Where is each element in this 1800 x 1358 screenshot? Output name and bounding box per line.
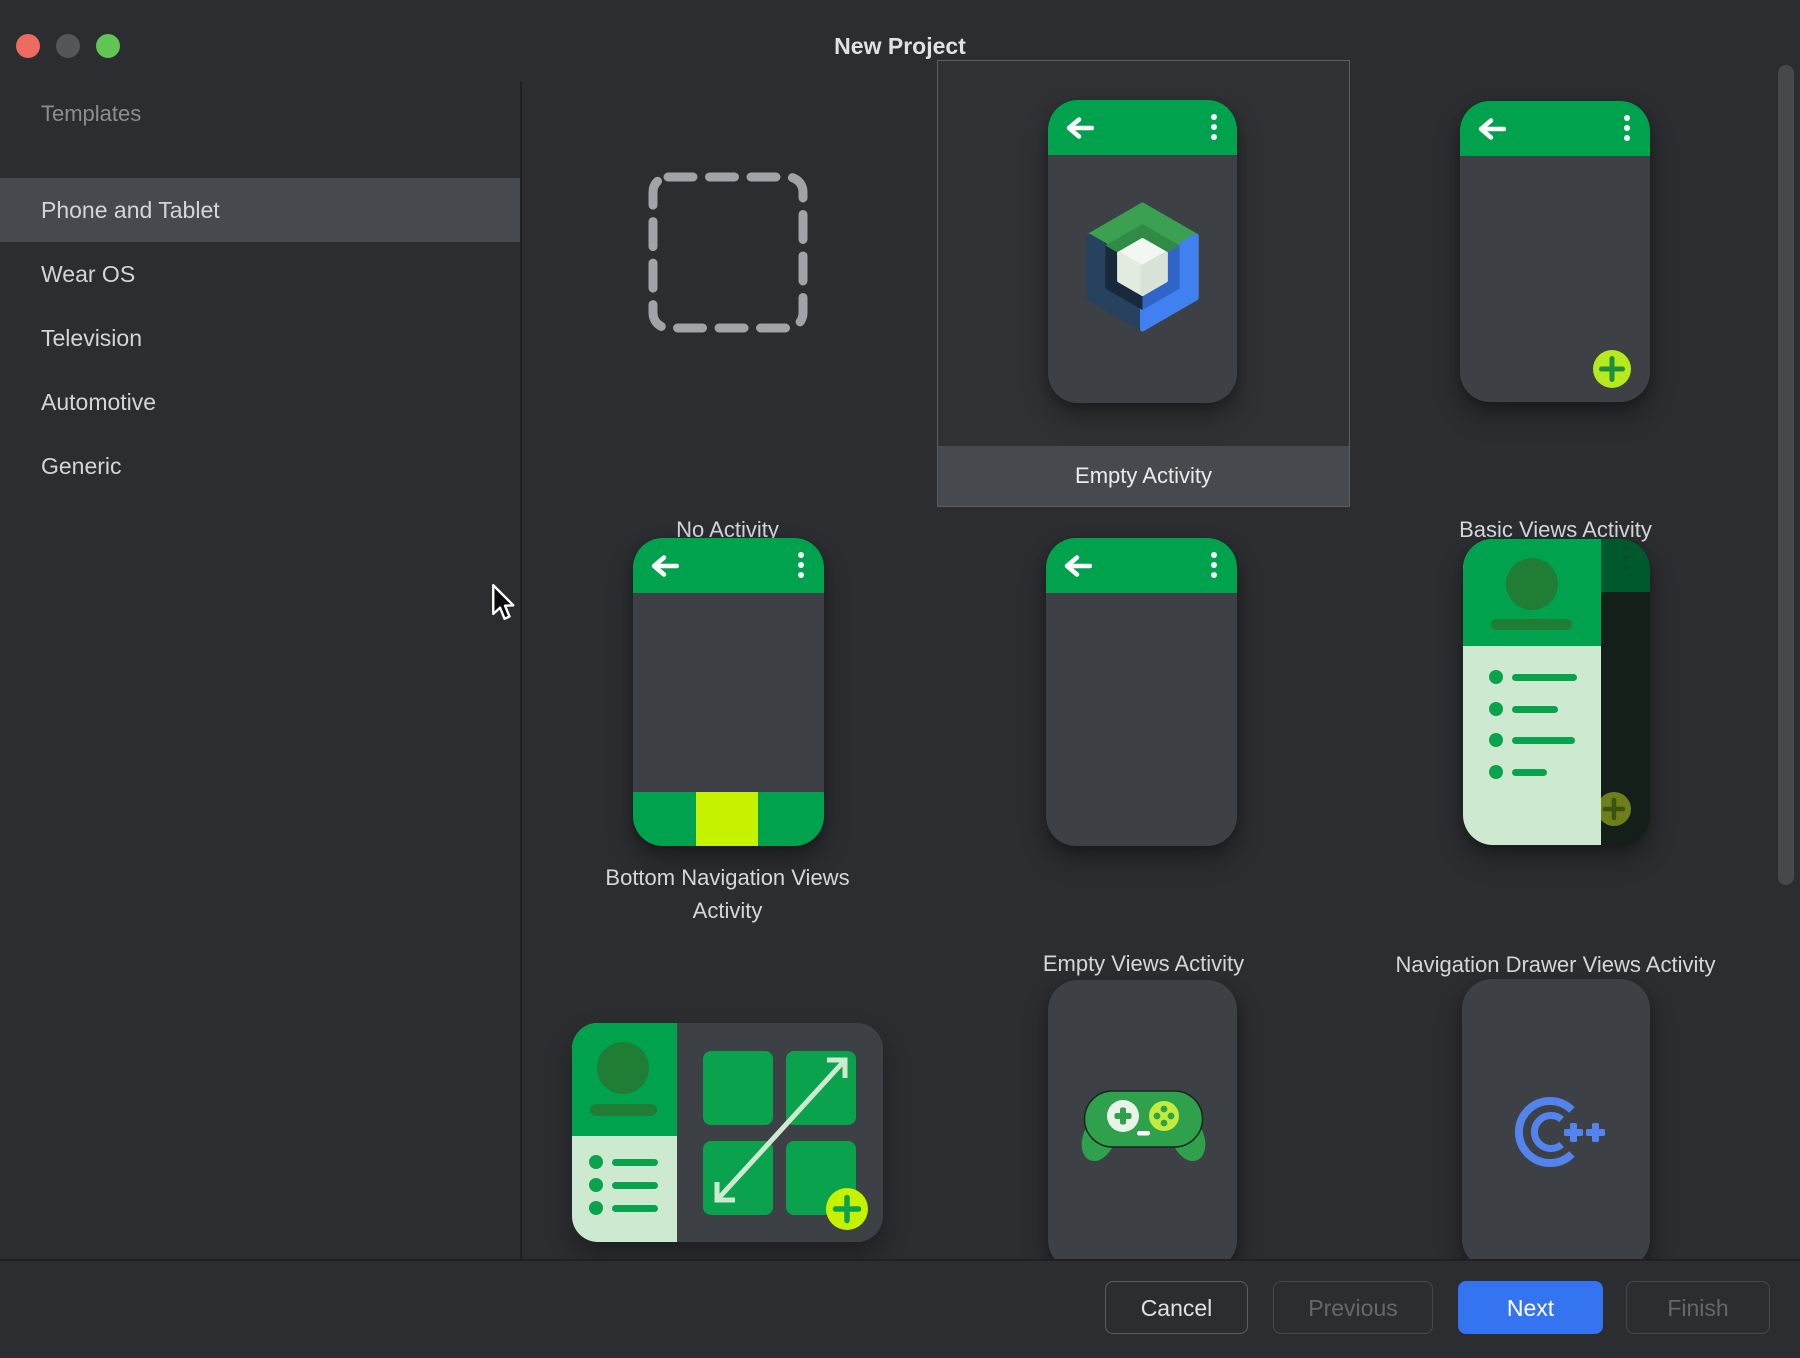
basic-views-activity-preview bbox=[1460, 101, 1650, 402]
avatar-icon bbox=[1506, 558, 1558, 610]
drawer-item-icon bbox=[589, 1178, 603, 1192]
drawer-header-line bbox=[1491, 619, 1572, 630]
back-arrow-icon bbox=[1062, 554, 1092, 578]
avatar-icon bbox=[597, 1042, 649, 1094]
sidebar-item-wear-os[interactable]: Wear OS bbox=[0, 242, 520, 306]
template-card-empty-views-activity[interactable]: Empty Views Activity bbox=[937, 947, 1350, 980]
gallery-scrollbar[interactable] bbox=[1778, 65, 1794, 885]
bottom-navigation-bar bbox=[633, 792, 824, 846]
template-card-game-activity[interactable] bbox=[1048, 980, 1237, 1260]
previous-button: Previous bbox=[1273, 1281, 1433, 1334]
empty-activity-preview bbox=[1048, 100, 1237, 403]
templates-header: Templates bbox=[41, 101, 141, 127]
new-project-dialog: New Project Templates Phone and TabletWe… bbox=[0, 0, 1800, 1358]
drawer-item-icon bbox=[1489, 670, 1503, 684]
empty-views-activity-preview bbox=[1046, 538, 1237, 846]
mouse-pointer-icon bbox=[490, 583, 516, 622]
sidebar-item-television[interactable]: Television bbox=[0, 306, 520, 370]
dashed-placeholder-icon bbox=[648, 172, 808, 333]
overflow-menu-icon bbox=[1624, 115, 1630, 141]
drawer-item-line bbox=[1512, 706, 1558, 713]
template-card-responsive-views-activity[interactable] bbox=[572, 1023, 883, 1242]
template-card-navigation-drawer-views-activity[interactable]: Navigation Drawer Views Activity bbox=[1349, 948, 1762, 981]
game-controller-icon bbox=[1076, 1078, 1211, 1168]
drawer-item-icon bbox=[589, 1155, 603, 1169]
drawer-header-line bbox=[590, 1104, 657, 1116]
sidebar-item-automotive[interactable]: Automotive bbox=[0, 370, 520, 434]
bottom-navigation-views-activity-preview bbox=[633, 538, 824, 846]
back-arrow-icon bbox=[1064, 116, 1094, 140]
drawer-item-line bbox=[1512, 769, 1547, 776]
drawer-item-line bbox=[612, 1182, 658, 1189]
overflow-menu-icon bbox=[1211, 552, 1217, 578]
templates-sidebar: Templates Phone and TabletWear OSTelevis… bbox=[0, 0, 520, 1259]
navigation-drawer-views-activity-preview bbox=[1463, 539, 1650, 845]
fab-plus-icon bbox=[1593, 350, 1631, 388]
overflow-menu-icon bbox=[798, 552, 804, 578]
drawer-item-icon bbox=[589, 1201, 603, 1215]
drawer-item-icon bbox=[1489, 733, 1503, 747]
drawer-item-icon bbox=[1489, 702, 1503, 716]
fab-plus-icon bbox=[1597, 792, 1631, 826]
template-gallery: No Activity Empty Activity bbox=[521, 54, 1800, 1260]
drawer-item-line bbox=[1512, 737, 1575, 744]
overflow-menu-icon bbox=[1211, 114, 1217, 140]
next-button[interactable]: Next bbox=[1458, 1281, 1603, 1334]
back-arrow-icon bbox=[1476, 117, 1506, 141]
overflow-menu-icon bbox=[1624, 545, 1629, 570]
drawer-item-line bbox=[612, 1159, 658, 1166]
selected-template-label: Empty Activity bbox=[938, 446, 1349, 506]
fab-plus-icon bbox=[826, 1188, 868, 1230]
back-arrow-icon bbox=[649, 554, 679, 578]
drawer-item-line bbox=[612, 1205, 658, 1212]
drawer-item-line bbox=[1512, 674, 1577, 681]
jetpack-compose-icon bbox=[1080, 200, 1205, 335]
cancel-button[interactable]: Cancel bbox=[1105, 1281, 1248, 1334]
cpp-logo-icon bbox=[1510, 1092, 1630, 1172]
template-card-native-cpp[interactable] bbox=[1462, 979, 1650, 1260]
sidebar-item-phone-and-tablet[interactable]: Phone and Tablet bbox=[0, 178, 520, 242]
drawer-item-icon bbox=[1489, 765, 1503, 779]
template-card-bottom-navigation-views-activity[interactable]: Bottom Navigation Views Activity bbox=[521, 861, 934, 927]
sidebar-item-generic[interactable]: Generic bbox=[0, 434, 520, 498]
footer-divider bbox=[0, 1259, 1800, 1261]
finish-button: Finish bbox=[1626, 1281, 1770, 1334]
